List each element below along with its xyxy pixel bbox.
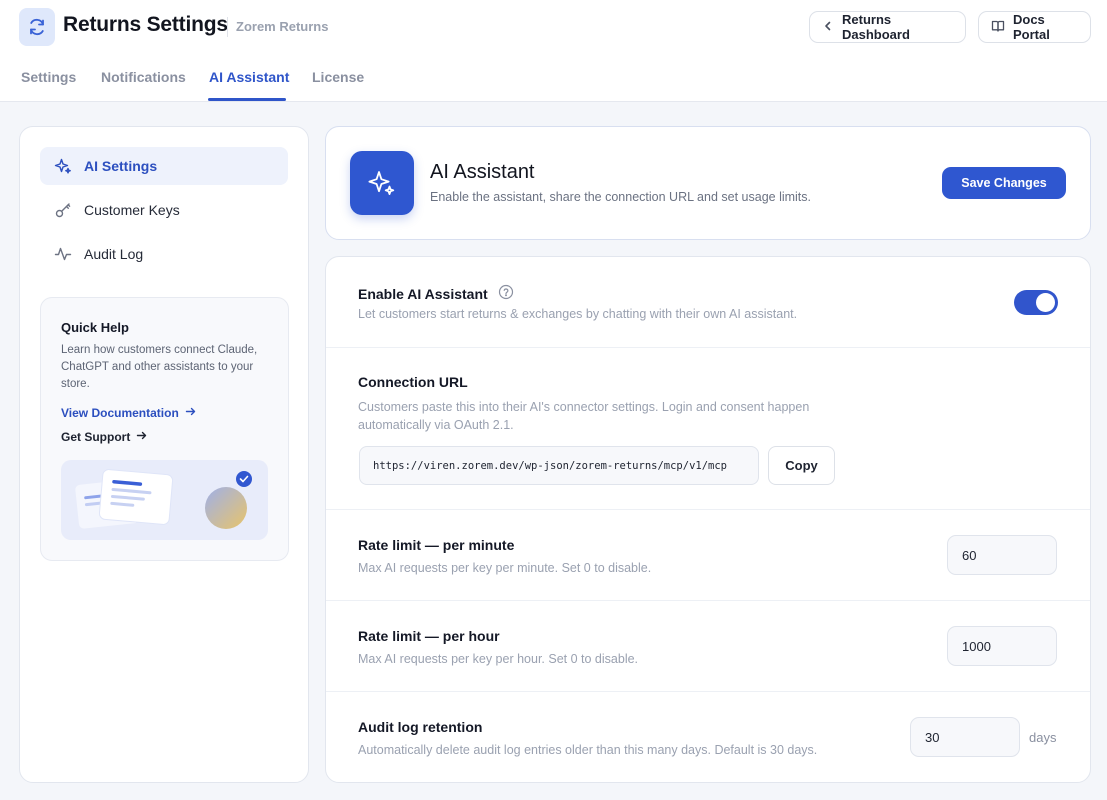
sidebar: AI Settings Customer Keys Audit Log Quic… <box>19 126 309 783</box>
active-tab-indicator <box>208 98 286 101</box>
help-illustration <box>61 460 268 540</box>
get-support-label: Get Support <box>61 430 131 444</box>
save-changes-button[interactable]: Save Changes <box>942 167 1066 199</box>
audit-retention-title: Audit log retention <box>358 719 483 735</box>
get-support-link[interactable]: Get Support <box>61 430 147 444</box>
returns-dashboard-button[interactable]: Returns Dashboard <box>809 11 966 43</box>
connection-url-description: Customers paste this into their AI's con… <box>358 400 810 432</box>
copy-button[interactable]: Copy <box>768 446 835 485</box>
sidebar-item-label: AI Settings <box>84 158 158 174</box>
title-divider <box>227 17 228 37</box>
top-bar: Returns Settings Zorem Returns Returns D… <box>0 0 1107 102</box>
rate-limit-minute-section: Rate limit — per minute Max AI requests … <box>326 510 1090 601</box>
quick-help-card: Quick Help Learn how customers connect C… <box>40 297 289 561</box>
audit-retention-description: Automatically delete audit log entries o… <box>358 743 818 757</box>
returns-dashboard-label: Returns Dashboard <box>842 12 910 42</box>
chevron-left-icon <box>822 20 834 35</box>
activity-icon <box>54 245 72 263</box>
enable-ai-label: Enable AI Assistant <box>358 285 488 302</box>
section-title: AI Assistant <box>430 161 535 183</box>
tab-settings[interactable]: Settings <box>21 69 76 85</box>
sidebar-item-customer-keys[interactable]: Customer Keys <box>40 191 288 229</box>
rate-limit-minute-input[interactable]: 60 <box>947 535 1057 575</box>
page-title: Returns Settings <box>63 13 228 36</box>
audit-retention-section: Audit log retention Automatically delete… <box>326 692 1090 782</box>
view-documentation-link[interactable]: View Documentation <box>61 406 196 420</box>
docs-portal-label: Docs Portal <box>1013 12 1050 42</box>
tab-notifications[interactable]: Notifications <box>101 69 186 85</box>
arrow-right-icon <box>185 406 196 420</box>
connection-url-field[interactable]: https://viren.zorem.dev/wp-json/zorem-re… <box>359 446 759 485</box>
connection-url-section: Connection URL Customers paste this into… <box>326 348 1090 510</box>
sparkle-icon <box>54 157 72 175</box>
help-circle-icon[interactable] <box>498 284 514 303</box>
settings-card: Enable AI Assistant Let customers start … <box>325 256 1091 783</box>
key-icon <box>54 201 72 219</box>
sidebar-item-ai-settings[interactable]: AI Settings <box>40 147 288 185</box>
ai-assistant-header-card: AI Assistant Enable the assistant, share… <box>325 126 1091 240</box>
section-subtitle: Enable the assistant, share the connecti… <box>430 190 812 204</box>
enable-ai-section: Enable AI Assistant Let customers start … <box>326 257 1090 348</box>
days-unit-label: days <box>1029 730 1057 745</box>
rate-limit-minute-description: Max AI requests per key per minute. Set … <box>358 561 652 575</box>
quick-help-text: Learn how customers connect Claude, Chat… <box>61 344 258 390</box>
audit-retention-input[interactable]: 30 <box>910 717 1020 757</box>
enable-ai-title: Enable AI Assistant <box>358 284 514 303</box>
arrow-right-icon <box>136 430 147 444</box>
quick-help-title: Quick Help <box>61 320 129 335</box>
docs-portal-button[interactable]: Docs Portal <box>978 11 1091 43</box>
rate-limit-minute-title: Rate limit — per minute <box>358 537 515 553</box>
sidebar-item-label: Audit Log <box>84 246 144 262</box>
sidebar-item-label: Customer Keys <box>84 202 180 218</box>
book-icon <box>991 19 1005 36</box>
tab-license[interactable]: License <box>312 69 364 85</box>
tab-ai-assistant[interactable]: AI Assistant <box>209 69 289 85</box>
rate-limit-hour-input[interactable]: 1000 <box>947 626 1057 666</box>
sidebar-item-audit-log[interactable]: Audit Log <box>40 235 288 273</box>
view-documentation-label: View Documentation <box>61 406 179 420</box>
enable-ai-description: Let customers start returns & exchanges … <box>358 307 798 321</box>
rate-limit-hour-section: Rate limit — per hour Max AI requests pe… <box>326 601 1090 692</box>
rate-limit-hour-description: Max AI requests per key per hour. Set 0 … <box>358 652 639 666</box>
plugin-name: Zorem Returns <box>236 19 329 34</box>
enable-ai-toggle[interactable] <box>1014 290 1058 315</box>
connection-url-title: Connection URL <box>358 374 468 390</box>
refresh-icon <box>19 8 55 46</box>
sparkle-icon <box>350 151 414 215</box>
rate-limit-hour-title: Rate limit — per hour <box>358 628 500 644</box>
